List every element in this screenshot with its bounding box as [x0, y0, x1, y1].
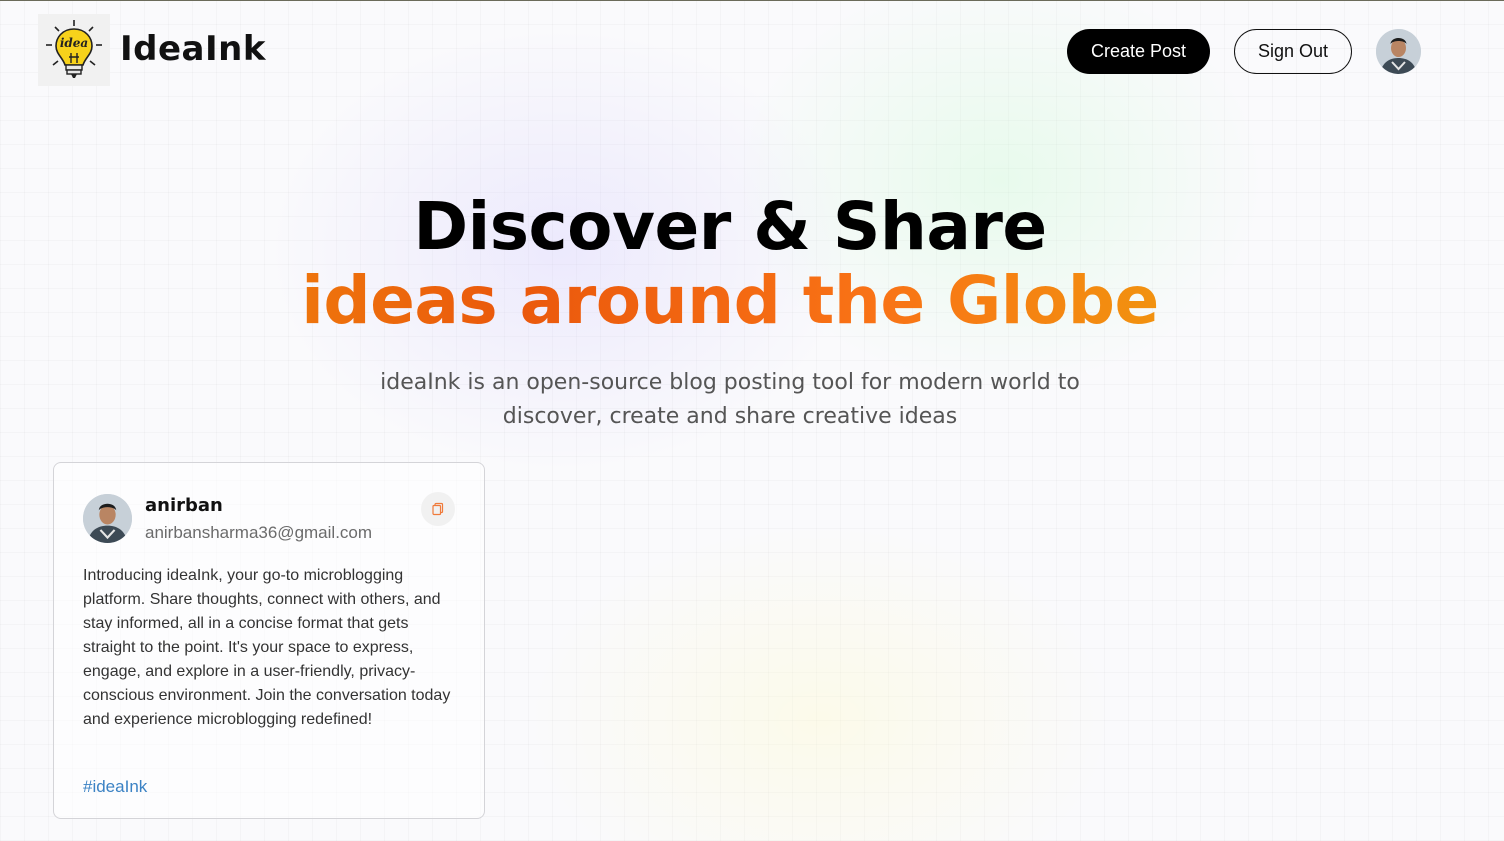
sign-out-button[interactable]: Sign Out: [1234, 29, 1352, 74]
hero-title: Discover & Share ideas around the Globe: [0, 190, 1460, 338]
brand-name[interactable]: IdeaInk: [120, 29, 266, 69]
copy-icon: [432, 502, 444, 516]
navbar: idea IdeaInk Create Post Sign Out: [38, 14, 1504, 88]
profile-avatar[interactable]: [1376, 29, 1421, 74]
svg-text:idea: idea: [60, 36, 88, 50]
hero-section: Discover & Share ideas around the Globe …: [0, 190, 1460, 434]
hero-title-line2: ideas around the Globe: [0, 264, 1460, 338]
post-author-avatar[interactable]: [83, 494, 132, 543]
copy-button[interactable]: [421, 492, 455, 526]
create-post-button[interactable]: Create Post: [1067, 29, 1210, 74]
hero-title-line1: Discover & Share: [413, 188, 1047, 265]
top-border: [0, 0, 1504, 1]
hero-description: ideaInk is an open-source blog posting t…: [380, 370, 1080, 429]
logo[interactable]: idea: [38, 14, 110, 86]
post-tag[interactable]: #ideaInk: [83, 777, 147, 797]
lightbulb-icon: idea: [46, 20, 102, 78]
user-avatar-icon: [83, 494, 132, 543]
post-body: Introducing ideaInk, your go-to microblo…: [83, 567, 451, 728]
post-author-email: anirbansharma36@gmail.com: [145, 523, 373, 542]
post-card[interactable]: anirban anirbansharma36@gmail.com Introd…: [53, 462, 485, 819]
user-avatar-icon: [1376, 29, 1421, 74]
post-author-name[interactable]: anirban: [145, 495, 223, 516]
